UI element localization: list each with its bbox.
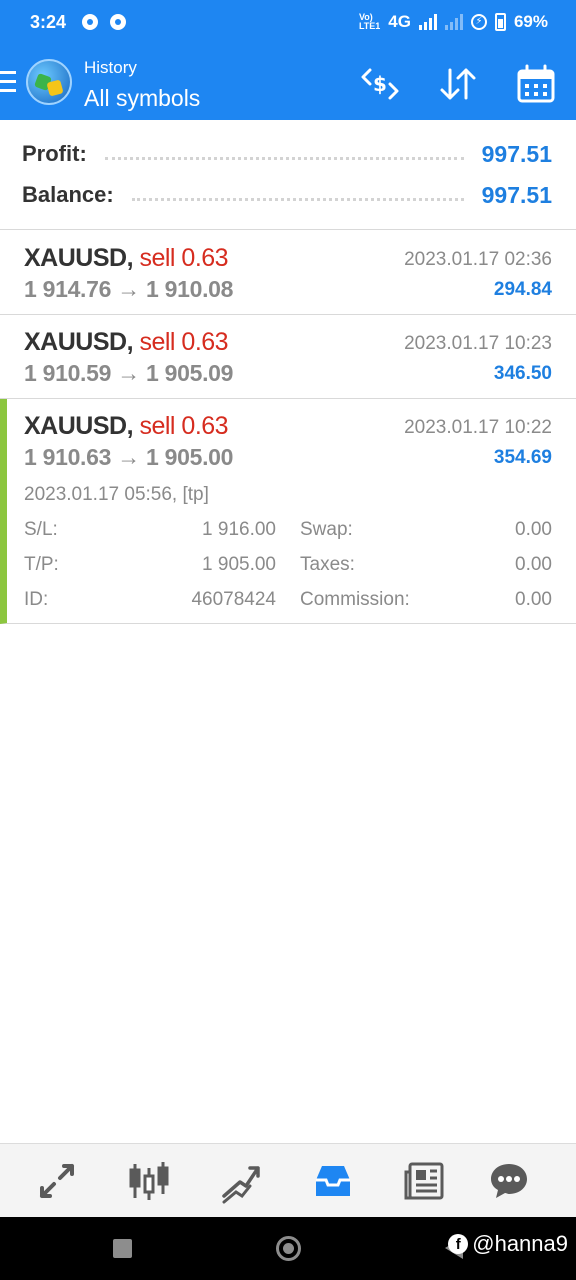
deal-id-label: ID: [24,589,49,610]
watermark-text: @hanna9 [472,1231,568,1256]
deal-prices: 1 914.76 → 1 910.08 [24,276,234,302]
exchange-dollar-icon[interactable]: $ [358,62,402,106]
recent-apps-icon[interactable] [113,1239,132,1258]
status-bar: 3:24 Vo) LTE1 4G ⚡ 69% [0,0,576,48]
history-icon[interactable] [310,1158,356,1204]
chart-icon[interactable] [126,1158,172,1204]
home-icon[interactable] [276,1236,301,1261]
status-indicators: Vo) LTE1 4G ⚡ 69% [359,12,548,32]
deal-row[interactable]: XAUUSD, sell 0.63 1 910.59 → 1 905.09 20… [0,315,576,399]
signal-strength-icon [418,14,437,30]
deal-symbol: XAUUSD, sell 0.63 [24,328,229,356]
deal-time: 2023.01.17 02:36 [404,249,552,270]
system-navigation-bar: f @hanna9 [0,1217,576,1280]
balance-label: Balance: [22,182,114,207]
commission-label: Commission: [300,589,410,610]
deal-open-info: 2023.01.17 05:56, [tp] [24,484,209,505]
quotes-icon[interactable] [34,1158,80,1204]
calendar-icon[interactable] [514,62,558,106]
balance-row: Balance: 997.51 [22,180,552,210]
deal-profit: 354.69 [493,447,552,468]
dotted-leader [131,197,464,201]
status-time: 3:24 [30,12,67,32]
news-icon[interactable] [402,1158,448,1204]
take-profit-value: 1 905.00 [202,554,276,575]
stop-loss-label: S/L: [24,519,58,540]
app-notification-icon [110,14,126,30]
deal-symbol: XAUUSD, sell 0.63 [24,244,229,272]
bottom-navigation [0,1143,576,1217]
deal-id-value: 46078424 [191,589,276,610]
network-type: 4G [388,12,411,31]
deal-time: 2023.01.17 10:22 [404,417,552,438]
menu-icon[interactable] [0,71,16,95]
deal-row[interactable]: XAUUSD, sell 0.63 1 914.76 → 1 910.08 20… [0,231,576,315]
balance-value: 997.51 [481,181,552,208]
metatrader-logo[interactable] [26,59,72,105]
deal-time: 2023.01.17 10:23 [404,333,552,354]
symbol-filter-title[interactable]: All symbols [84,85,200,112]
facebook-icon: f [448,1234,469,1254]
battery-percent: 69% [513,12,548,31]
profit-row: Profit: 997.51 [22,139,552,169]
deal-prices: 1 910.63 → 1 905.00 [24,444,234,470]
page-subtitle: History [84,58,137,77]
battery-saver-icon: ⚡ [470,14,487,30]
volte-icon: Vo) LTE1 [358,12,381,31]
messages-icon[interactable] [486,1158,532,1204]
profit-label: Profit: [22,141,87,166]
battery-icon [494,13,506,31]
watermark: f @hanna9 [448,1231,568,1257]
deal-type: sell 0.63 [139,328,229,356]
deal-row-expanded[interactable]: XAUUSD, sell 0.63 1 910.63 → 1 905.00 20… [0,399,576,624]
app-bar: History All symbols $ [0,48,576,120]
deal-symbol: XAUUSD, sell 0.63 [24,412,229,440]
sort-icon[interactable] [436,62,480,106]
dotted-leader [104,156,464,160]
take-profit-label: T/P: [24,554,59,575]
commission-value: 0.00 [515,589,552,610]
deal-profit: 346.50 [493,363,552,384]
profit-value: 997.51 [481,140,552,167]
deal-type: sell 0.63 [139,412,229,440]
swap-value: 0.00 [515,519,552,540]
deal-type: sell 0.63 [139,244,229,272]
taxes-label: Taxes: [300,554,355,575]
stop-loss-value: 1 916.00 [202,519,276,540]
swap-label: Swap: [300,519,353,540]
deal-profit: 294.84 [493,279,552,300]
taxes-value: 0.00 [515,554,552,575]
deal-prices: 1 910.59 → 1 905.09 [24,360,234,386]
trade-icon[interactable] [218,1158,264,1204]
media-notification-icon [82,14,98,30]
svg-text:$: $ [373,72,387,96]
history-summary: Profit: 997.51 Balance: 997.51 [0,120,576,230]
signal-strength-sim2-icon [444,14,463,30]
